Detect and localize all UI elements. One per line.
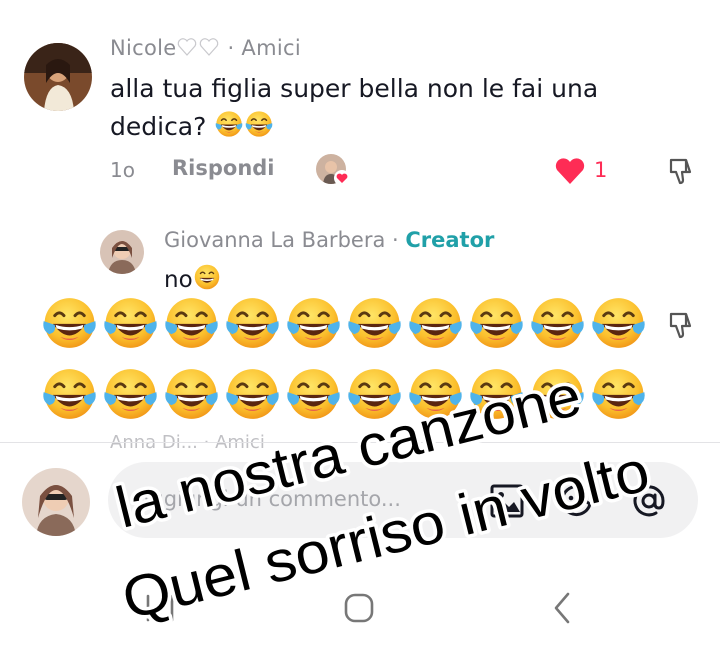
nav-home-icon[interactable] [339, 588, 379, 628]
heart-icon[interactable] [554, 156, 586, 186]
laughing-emoji-icon [162, 292, 221, 354]
laughing-emoji-icon [589, 363, 648, 425]
laughing-emoji-icon [589, 292, 648, 354]
laughing-emoji-icon [467, 292, 526, 354]
comment-time: 1o [110, 158, 135, 182]
emoji-row-2 [40, 363, 648, 425]
white-heart-icon [177, 38, 218, 56]
comment-input[interactable]: Aggiungi un commento... [108, 462, 698, 538]
mention-icon[interactable] [630, 482, 668, 520]
reply-author-name[interactable]: Giovanna La Barbera [164, 228, 385, 252]
system-navbar [0, 578, 720, 648]
laughing-emoji-icon [214, 109, 244, 139]
laughing-emoji-icon [101, 292, 160, 354]
grinning-emoji-icon [193, 263, 221, 291]
laughing-emoji-icon [406, 292, 465, 354]
laughing-emoji-icon [244, 109, 274, 139]
avatar-nicole[interactable] [24, 43, 92, 111]
comment-relation: · Amici [227, 36, 301, 60]
comment-author[interactable]: Nicole · Amici [110, 36, 301, 60]
comment-text: alla tua figlia super bella non le fai u… [110, 70, 670, 146]
reply-text-body: no [164, 267, 193, 293]
my-avatar[interactable] [22, 468, 90, 536]
avatar-giovanna[interactable] [100, 230, 144, 274]
laughing-emoji-icon [40, 363, 99, 425]
laughing-emoji-icon [162, 363, 221, 425]
nav-back-icon[interactable] [543, 588, 583, 628]
reply-text: no [164, 263, 221, 293]
creator-badge: Creator [405, 228, 495, 252]
laughing-emoji-icon [284, 292, 343, 354]
reply-author[interactable]: Giovanna La Barbera · Creator [164, 228, 494, 252]
laughing-emoji-icon [101, 363, 160, 425]
reply-button[interactable]: Rispondi [172, 156, 275, 180]
emoji-icon[interactable] [558, 482, 596, 520]
laughing-emoji-icon [223, 363, 282, 425]
image-icon[interactable] [488, 482, 526, 520]
dislike-icon[interactable] [666, 156, 696, 186]
laughing-emoji-icon [345, 363, 404, 425]
creator-heart-icon [334, 170, 350, 186]
reply-separator: · [385, 228, 406, 252]
laughing-emoji-icon [528, 363, 587, 425]
laughing-emoji-icon [223, 292, 282, 354]
laughing-emoji-icon [406, 363, 465, 425]
laughing-emoji-icon [40, 292, 99, 354]
like-count: 1 [594, 158, 608, 182]
comment-author-name[interactable]: Nicole [110, 36, 177, 60]
laughing-emoji-icon [284, 363, 343, 425]
comment-text-body: alla tua figlia super bella non le fai u… [110, 74, 599, 141]
nav-recents-icon[interactable] [140, 588, 180, 628]
laughing-emoji-icon [467, 363, 526, 425]
laughing-emoji-icon [528, 292, 587, 354]
dislike-icon[interactable] [666, 310, 696, 340]
comment-input-placeholder: Aggiungi un commento... [136, 487, 401, 511]
input-divider [0, 442, 720, 443]
emoji-row-1 [40, 292, 648, 354]
comment-actions: 1o Rispondi 1 [110, 154, 700, 190]
laughing-emoji-icon [345, 292, 404, 354]
